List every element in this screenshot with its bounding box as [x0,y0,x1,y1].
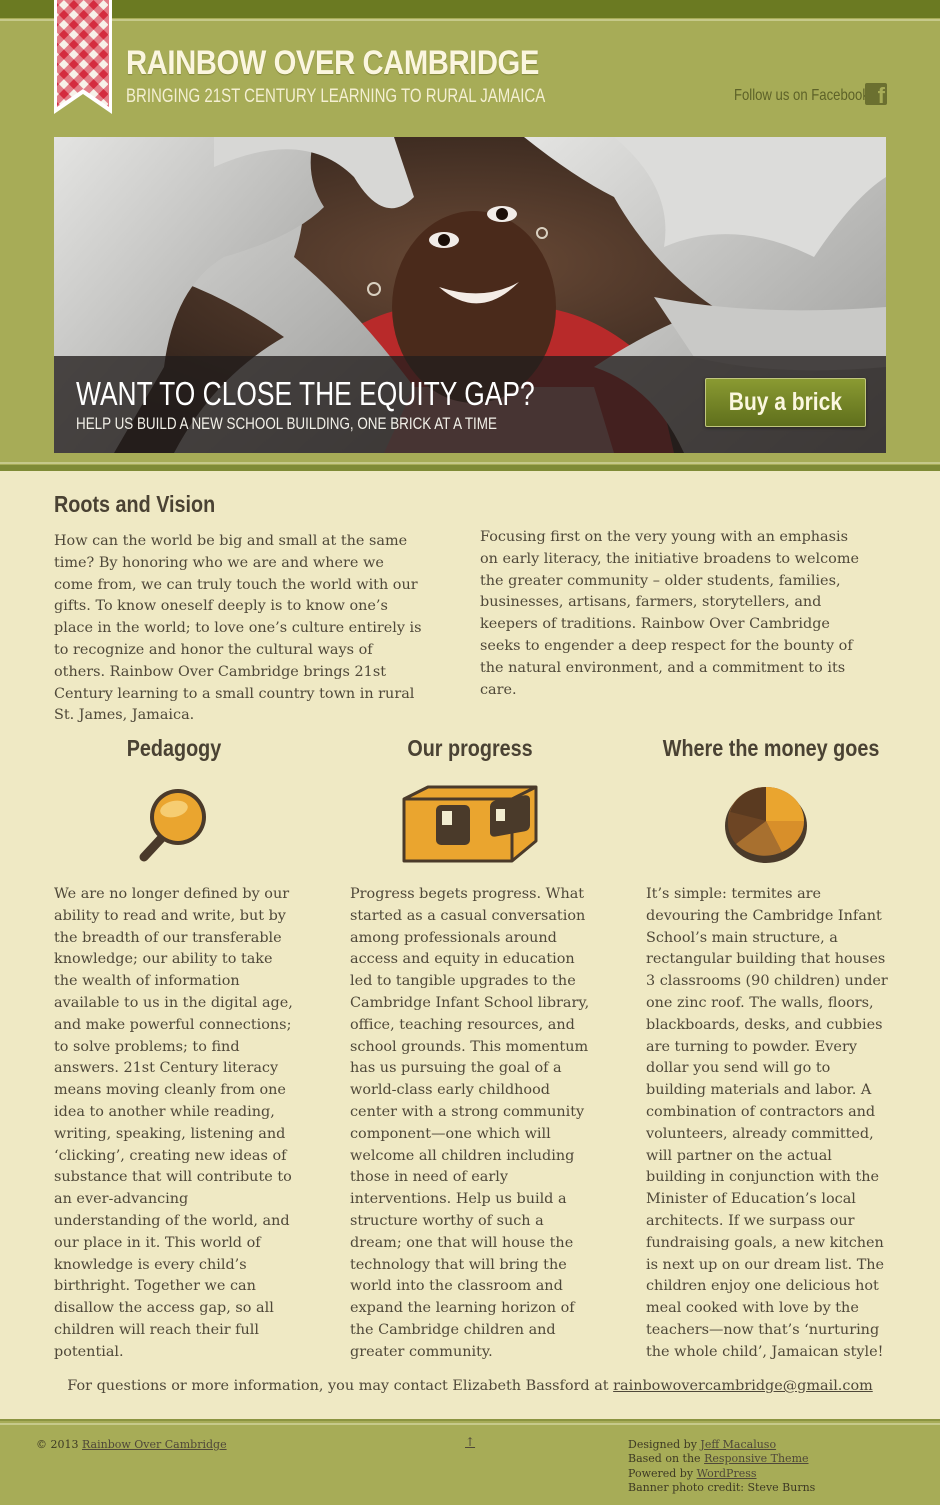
header-bottom-divider [0,462,940,464]
hero-title: WANT TO CLOSE THE EQUITY GAP? [76,375,535,412]
site-tagline: BRINGING 21ST CENTURY LEARNING TO RURAL … [126,86,546,107]
copyright-link[interactable]: Rainbow Over Cambridge [82,1438,227,1451]
pie-chart-icon [725,787,807,863]
powered-by-prefix: Powered by [628,1466,694,1480]
gingham-ribbon-logo-icon[interactable] [54,0,112,114]
designed-by-prefix: Designed by [628,1438,697,1451]
photo-credit-line: Banner photo credit: Steve Burns [628,1481,816,1495]
footer-divider-light [0,1423,940,1425]
hero-banner: WANT TO CLOSE THE EQUITY GAP? HELP US BU… [54,137,886,453]
site-title[interactable]: RAINBOW OVER CAMBRIDGE [126,44,539,83]
follow-facebook-link[interactable]: Follow us on Facebook [734,87,869,105]
designer-link[interactable]: Jeff Macaluso [700,1438,776,1451]
money-title: Where the money goes [662,735,880,761]
roots-left-paragraph: How can the world be big and small at th… [54,533,422,724]
powered-by-line: Powered by WordPress [628,1467,815,1481]
theme-link[interactable]: Responsive Theme [704,1452,808,1465]
contact-line: For questions or more information, you m… [0,1378,940,1394]
header-bottom-bar [0,465,940,471]
brick-icon [402,785,538,863]
contact-text: For questions or more information, you m… [67,1378,609,1394]
progress-paragraph: Progress begets progress. What started a… [350,886,590,1360]
money-paragraph: It’s simple: termites are devouring the … [646,886,888,1360]
magnifier-icon [139,789,206,862]
roots-section-title: Roots and Vision [54,491,216,517]
back-to-top-link[interactable]: ↑ [465,1435,475,1449]
footer-divider-dark [0,1419,940,1421]
based-on-prefix: Based on the [628,1452,701,1466]
site-header: RAINBOW OVER CAMBRIDGE BRINGING 21ST CEN… [0,0,940,471]
buy-a-brick-button[interactable]: Buy a brick [705,378,866,427]
footer-copyright: © 2013 Rainbow Over Cambridge [36,1438,227,1451]
designed-by-line: Designed by Jeff Macaluso [628,1438,815,1452]
progress-title: Our progress [407,735,533,761]
header-top-bar [0,0,940,18]
pedagogy-title: Pedagogy [126,735,222,761]
buy-a-brick-label: Buy a brick [728,388,843,416]
based-on-line: Based on the Responsive Theme [628,1452,815,1466]
pedagogy-paragraph: We are no longer defined by our ability … [54,886,293,1360]
footer-credits: Designed by Jeff Macaluso Based on the R… [628,1438,815,1496]
copyright-prefix: © 2013 [36,1438,79,1451]
site-footer: © 2013 Rainbow Over Cambridge ↑ Designed… [0,1419,940,1505]
contact-email-link[interactable]: rainbowovercambridge@gmail.com [613,1378,873,1394]
hero-subtitle: HELP US BUILD A NEW SCHOOL BUILDING, ONE… [76,414,497,433]
wordpress-link[interactable]: WordPress [697,1467,757,1480]
header-top-divider [0,19,940,21]
roots-right-paragraph: Focusing first on the very young with an… [480,529,859,698]
facebook-icon[interactable]: f [865,83,887,105]
